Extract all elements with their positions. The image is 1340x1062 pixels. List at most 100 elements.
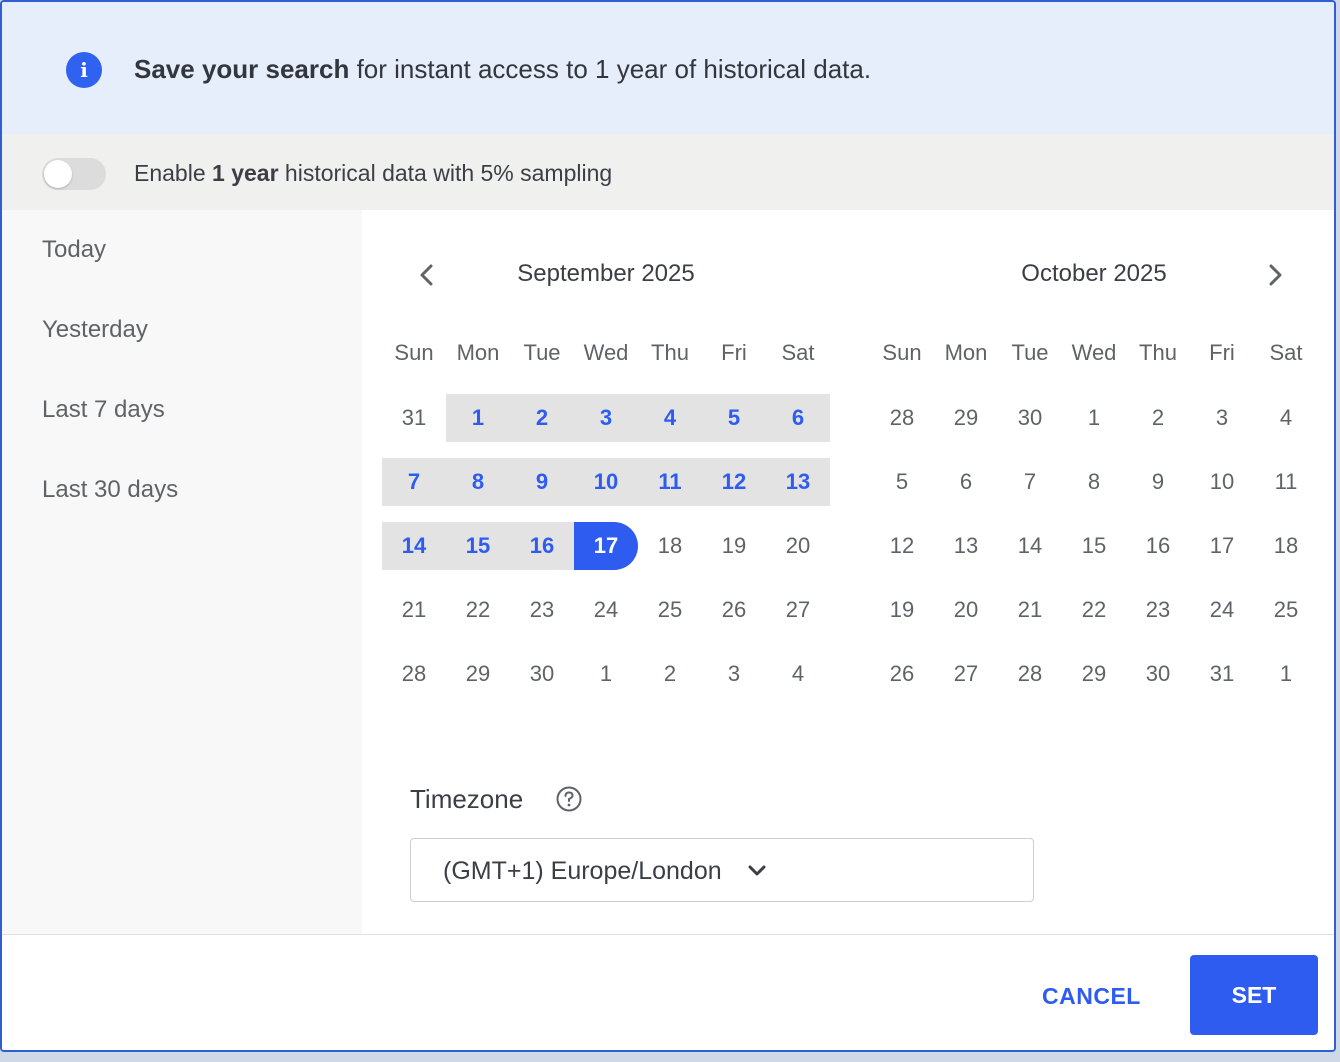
calendar-day[interactable]: 3 — [702, 650, 766, 698]
calendar-day[interactable]: 10 — [1190, 458, 1254, 506]
timezone-label: Timezone — [410, 784, 524, 814]
calendar-day[interactable]: 1 — [1254, 650, 1318, 698]
chevron-down-icon — [748, 865, 766, 876]
calendar-day[interactable]: 4 — [1254, 394, 1318, 442]
calendar-day[interactable]: 22 — [446, 586, 510, 634]
calendar-day[interactable]: 11 — [638, 458, 702, 506]
set-button[interactable]: SET — [1190, 955, 1318, 1035]
calendar-day[interactable]: 2 — [638, 650, 702, 698]
calendar-day[interactable]: 26 — [870, 650, 934, 698]
timezone-value: (GMT+1) Europe/London — [443, 857, 722, 885]
preset-last-30-days[interactable]: Last 30 days — [42, 476, 178, 504]
calendar-day[interactable]: 18 — [638, 522, 702, 570]
calendar-day[interactable]: 28 — [998, 650, 1062, 698]
calendar-day[interactable]: 31 — [382, 394, 446, 442]
calendar-day[interactable]: 27 — [934, 650, 998, 698]
calendar-panel: September 2025 October 2025 Sun Mon Tue Wed… — [362, 210, 1334, 936]
calendar-day[interactable]: 15 — [1062, 522, 1126, 570]
banner-text: Save your search for instant access to 1… — [134, 54, 871, 85]
banner-bold: Save your search — [134, 54, 350, 84]
calendar-day[interactable]: 22 — [1062, 586, 1126, 634]
calendar-day[interactable]: 19 — [870, 586, 934, 634]
calendar-day[interactable]: 17 — [1190, 522, 1254, 570]
calendar-day[interactable]: 29 — [934, 394, 998, 442]
calendar-day[interactable]: 25 — [1254, 586, 1318, 634]
calendar-day[interactable]: 5 — [870, 458, 934, 506]
calendar-day[interactable]: 1 — [1062, 394, 1126, 442]
calendar-day[interactable]: 14 — [998, 522, 1062, 570]
calendar-day[interactable]: 13 — [934, 522, 998, 570]
calendar-day[interactable]: 27 — [766, 586, 830, 634]
calendar-day[interactable]: 20 — [934, 586, 998, 634]
preset-last-7-days[interactable]: Last 7 days — [42, 396, 165, 424]
calendar-day[interactable]: 30 — [998, 394, 1062, 442]
chevron-left-icon[interactable] — [412, 260, 442, 290]
calendar-day[interactable]: 9 — [1126, 458, 1190, 506]
calendar-day[interactable]: 13 — [766, 458, 830, 506]
preset-today[interactable]: Today — [42, 236, 106, 264]
calendar-day[interactable]: 30 — [510, 650, 574, 698]
weekday-header: Mon — [944, 340, 988, 365]
calendar-day[interactable]: 30 — [1126, 650, 1190, 698]
calendar-day[interactable]: 15 — [446, 522, 510, 570]
calendar-day[interactable]: 1 — [574, 650, 638, 698]
help-icon[interactable] — [556, 786, 582, 812]
calendar-day[interactable]: 9 — [510, 458, 574, 506]
calendar-day[interactable]: 11 — [1254, 458, 1318, 506]
timezone-select[interactable]: (GMT+1) Europe/London — [410, 838, 1034, 902]
calendar-day[interactable]: 18 — [1254, 522, 1318, 570]
calendar-day[interactable]: 24 — [574, 586, 638, 634]
calendar-day[interactable]: 8 — [1062, 458, 1126, 506]
calendar-day[interactable]: 21 — [382, 586, 446, 634]
calendar-day[interactable]: 29 — [1062, 650, 1126, 698]
date-range-dialog: i Save your search for instant access to… — [0, 0, 1336, 1052]
weekday-header: Fri — [1209, 340, 1235, 365]
calendar-day[interactable]: 5 — [702, 394, 766, 442]
weekday-header: Sat — [781, 340, 815, 365]
calendar-day[interactable]: 3 — [1190, 394, 1254, 442]
calendar-day[interactable]: 26 — [702, 586, 766, 634]
historical-toggle-row: Enable 1 year historical data with 5% sa… — [2, 134, 1334, 210]
calendar-day[interactable]: 28 — [382, 650, 446, 698]
calendar-day[interactable]: 6 — [934, 458, 998, 506]
calendar-day[interactable]: 25 — [638, 586, 702, 634]
toggle-label-bold: 1 year — [212, 160, 279, 186]
calendar-day[interactable]: 1 — [446, 394, 510, 442]
calendar-day[interactable]: 23 — [510, 586, 574, 634]
dialog-footer: CANCEL SET — [2, 934, 1334, 1050]
calendar-day[interactable]: 4 — [638, 394, 702, 442]
info-icon: i — [66, 52, 102, 88]
calendar-day[interactable]: 4 — [766, 650, 830, 698]
preset-yesterday[interactable]: Yesterday — [42, 316, 148, 344]
calendar-day[interactable]: 16 — [1126, 522, 1190, 570]
calendar-day[interactable]: 14 — [382, 522, 446, 570]
chevron-right-icon[interactable] — [1260, 260, 1290, 290]
calendar-day[interactable]: 29 — [446, 650, 510, 698]
historical-data-toggle[interactable] — [42, 158, 106, 190]
calendar-day[interactable]: 2 — [510, 394, 574, 442]
calendar-day[interactable]: 10 — [574, 458, 638, 506]
calendar-day[interactable]: 28 — [870, 394, 934, 442]
calendar-day[interactable]: 16 — [510, 522, 574, 570]
calendar-day[interactable]: 21 — [998, 586, 1062, 634]
weekday-header: Sun — [882, 340, 922, 365]
weekday-header: Thu — [1139, 340, 1177, 365]
toggle-knob — [44, 160, 72, 188]
calendar-day[interactable]: 23 — [1126, 586, 1190, 634]
weekday-header: Sat — [1269, 340, 1303, 365]
calendar-day[interactable]: 31 — [1190, 650, 1254, 698]
calendar-day[interactable]: 7 — [382, 458, 446, 506]
calendar-day[interactable]: 3 — [574, 394, 638, 442]
calendar-day[interactable]: 2 — [1126, 394, 1190, 442]
cancel-button[interactable]: CANCEL — [1042, 983, 1141, 1010]
calendar-day[interactable]: 7 — [998, 458, 1062, 506]
calendar-day[interactable]: 12 — [870, 522, 934, 570]
calendar-day[interactable]: 6 — [766, 394, 830, 442]
calendar-day[interactable]: 8 — [446, 458, 510, 506]
calendar-day[interactable]: 20 — [766, 522, 830, 570]
calendar-day[interactable]: 12 — [702, 458, 766, 506]
calendar-day[interactable]: 24 — [1190, 586, 1254, 634]
calendar-day[interactable]: 19 — [702, 522, 766, 570]
calendar-day-selected[interactable]: 17 — [574, 522, 638, 570]
toggle-label-post: historical data with 5% sampling — [278, 160, 613, 186]
